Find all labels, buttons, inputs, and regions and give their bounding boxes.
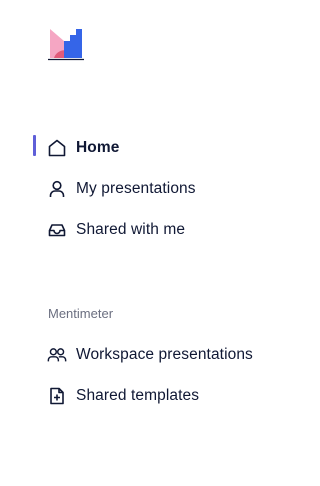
nav-item-label: Home [76, 138, 120, 156]
mentimeter-logo-icon[interactable] [48, 27, 84, 61]
nav-item-label: My presentations [76, 179, 196, 197]
nav-item-label: Workspace presentations [76, 345, 253, 363]
active-indicator [33, 135, 36, 156]
home-icon [47, 138, 67, 158]
inbox-icon [47, 220, 67, 240]
workspace-nav: Workspace presentations Shared templates [0, 334, 300, 416]
nav-item-label: Shared with me [76, 220, 186, 238]
users-icon [47, 345, 67, 365]
nav-item-home[interactable]: Home [0, 127, 300, 168]
nav-item-workspace-presentations[interactable]: Workspace presentations [0, 334, 300, 375]
nav-item-my-presentations[interactable]: My presentations [0, 168, 300, 209]
nav-item-shared-templates[interactable]: Shared templates [0, 375, 300, 416]
workspace-heading: Mentimeter [48, 306, 114, 321]
file-plus-icon [47, 386, 67, 406]
user-icon [47, 179, 67, 199]
nav-item-shared-with-me[interactable]: Shared with me [0, 209, 300, 250]
nav-item-label: Shared templates [76, 386, 200, 404]
primary-nav: Home My presentations Shared with me [0, 127, 300, 250]
